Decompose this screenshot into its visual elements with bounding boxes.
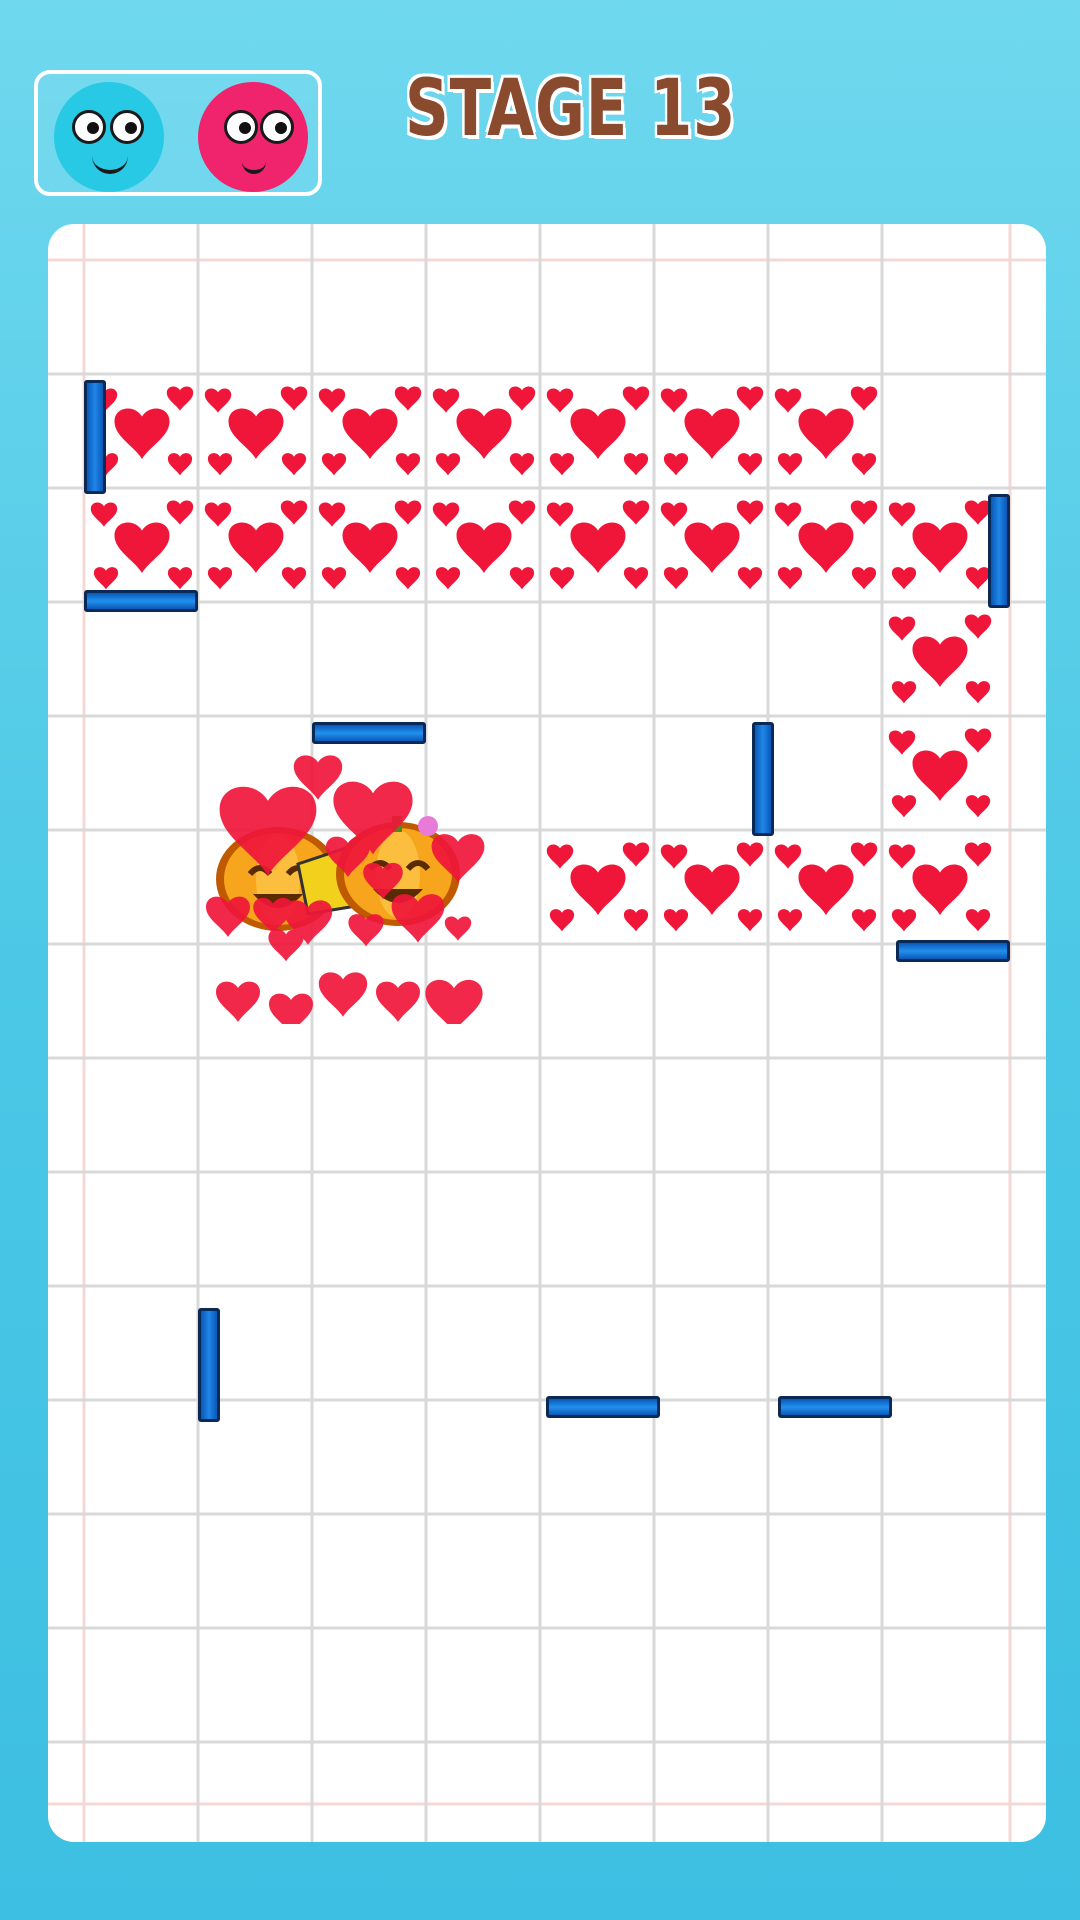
characters-card <box>34 70 322 196</box>
heart-tile <box>882 602 998 718</box>
heart-tile <box>654 830 770 946</box>
heart-tile <box>768 374 884 490</box>
heart-tile <box>198 374 314 490</box>
cyan-ball-character <box>54 82 164 192</box>
wall-segment <box>546 1396 660 1418</box>
game-board[interactable] <box>48 224 1046 1842</box>
stage-title: STAGE 13 <box>405 64 737 154</box>
pumpkin-pair-icon[interactable] <box>198 734 498 1024</box>
heart-tile <box>312 488 428 604</box>
smile-icon <box>242 154 266 174</box>
heart-tile <box>882 488 998 604</box>
wall-segment <box>84 380 106 494</box>
top-bar: STAGE 13 <box>0 0 1080 220</box>
eye-icon <box>260 110 294 144</box>
heart-tile <box>768 488 884 604</box>
wall-segment <box>896 940 1010 962</box>
heart-tile <box>654 488 770 604</box>
heart-tile <box>426 488 542 604</box>
wall-segment <box>988 494 1010 608</box>
eye-icon <box>110 110 144 144</box>
wall-segment <box>778 1396 892 1418</box>
wall-segment <box>84 590 198 612</box>
heart-tile <box>540 374 656 490</box>
eye-icon <box>224 110 258 144</box>
heart-tile <box>654 374 770 490</box>
heart-tile <box>882 716 998 832</box>
heart-tile <box>540 830 656 946</box>
heart-tile <box>84 488 200 604</box>
wall-segment <box>752 722 774 836</box>
wall-segment <box>198 1308 220 1422</box>
heart-tile <box>540 488 656 604</box>
heart-tile <box>312 374 428 490</box>
heart-tile <box>768 830 884 946</box>
heart-tile <box>882 830 998 946</box>
heart-tile <box>426 374 542 490</box>
smile-icon <box>92 154 128 174</box>
heart-tile <box>198 488 314 604</box>
pink-ball-character <box>198 82 308 192</box>
eye-icon <box>72 110 106 144</box>
